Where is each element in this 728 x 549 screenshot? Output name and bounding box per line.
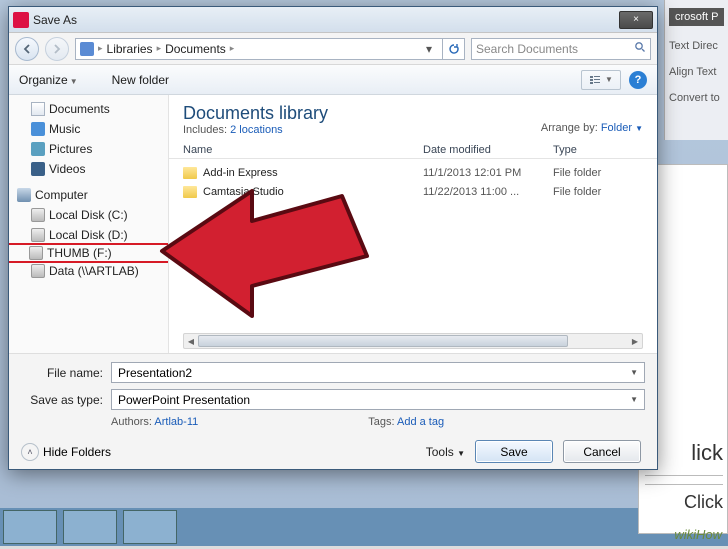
videos-icon [31, 162, 45, 176]
tags-value[interactable]: Add a tag [397, 416, 444, 428]
drive-icon [31, 208, 45, 222]
slide-text-fragment-2: Click [684, 492, 723, 513]
chevron-down-icon: ▼ [70, 77, 78, 86]
drive-icon [29, 246, 43, 260]
wikihow-watermark: wikiHow [674, 527, 722, 542]
authors-value[interactable]: Artlab-11 [154, 416, 198, 428]
chevron-down-icon[interactable]: ▼ [630, 368, 638, 377]
search-input[interactable]: Search Documents [471, 38, 651, 60]
list-icon [589, 74, 601, 86]
locations-link[interactable]: 2 locations [230, 124, 283, 136]
help-button[interactable]: ? [629, 71, 647, 89]
hide-folders-button[interactable]: ˄ Hide Folders [21, 443, 111, 461]
chevron-down-icon: ▼ [635, 124, 643, 133]
tools-menu[interactable]: Tools ▼ [426, 445, 465, 459]
arrange-by-dropdown[interactable]: Folder ▼ [601, 122, 643, 134]
file-name: Camtasia Studio [203, 186, 284, 198]
file-name-input[interactable]: Presentation2 ▼ [111, 362, 645, 383]
nav-forward-button[interactable] [45, 37, 69, 61]
library-title: Documents library [183, 103, 541, 124]
breadcrumb-documents[interactable]: Documents [165, 42, 226, 56]
tree-item-drive-thumb[interactable]: THUMB (F:) [9, 243, 169, 263]
authors-label: Authors: [111, 416, 152, 428]
app-title-fragment: crosoft P [669, 8, 724, 26]
navigation-tree: Documents Music Pictures Videos Computer… [9, 95, 169, 353]
organize-menu[interactable]: Organize▼ [19, 73, 78, 87]
column-name[interactable]: Name [183, 144, 423, 156]
drive-icon [31, 228, 45, 242]
music-icon [31, 122, 45, 136]
file-row[interactable]: Add-in Express 11/1/2013 12:01 PM File f… [183, 163, 643, 182]
slide-thumbnail-strip [0, 508, 728, 546]
chevron-up-icon: ˄ [21, 443, 39, 461]
chevron-down-icon: ▼ [605, 75, 613, 84]
dialog-title: Save As [33, 13, 77, 27]
chevron-down-icon[interactable]: ▼ [630, 395, 638, 404]
chevron-right-icon[interactable]: ▸ [230, 43, 235, 54]
folder-icon [183, 186, 197, 198]
close-button[interactable]: × [619, 11, 653, 29]
chevron-right-icon[interactable]: ▸ [157, 43, 162, 54]
document-icon [31, 102, 45, 116]
ribbon-item-convert: Convert to [669, 92, 724, 104]
new-folder-button[interactable]: New folder [112, 73, 169, 87]
file-name: Add-in Express [203, 167, 278, 179]
file-row[interactable]: Camtasia Studio 11/22/2013 11:00 ... Fil… [183, 182, 643, 201]
column-date[interactable]: Date modified [423, 144, 553, 156]
ribbon-item-text-direction: Text Direc [669, 40, 724, 52]
pictures-icon [31, 142, 45, 156]
cancel-button[interactable]: Cancel [563, 440, 641, 463]
tree-item-drive-data[interactable]: Data (\\ARTLAB) [9, 261, 168, 281]
chevron-right-icon[interactable]: ▸ [98, 43, 103, 54]
column-type[interactable]: Type [553, 144, 643, 156]
search-placeholder: Search Documents [476, 42, 578, 56]
column-headers[interactable]: Name Date modified Type [169, 140, 657, 159]
content-pane: Documents library Includes: 2 locations … [169, 95, 657, 353]
horizontal-scrollbar[interactable]: ◀ ▶ [183, 333, 643, 349]
ribbon-item-align-text: Align Text [669, 66, 724, 78]
computer-icon [17, 188, 31, 202]
titlebar: Save As × [9, 7, 657, 33]
refresh-button[interactable] [443, 38, 465, 60]
save-as-dialog: Save As × ▸ Libraries ▸ Documents ▸ ▾ [8, 6, 658, 470]
file-date: 11/22/2013 11:00 ... [423, 186, 553, 198]
file-type: File folder [553, 186, 643, 198]
scroll-right-arrow[interactable]: ▶ [628, 334, 642, 348]
powerpoint-icon [13, 12, 29, 28]
scroll-left-arrow[interactable]: ◀ [184, 334, 198, 348]
network-drive-icon [31, 264, 45, 278]
tree-item-drive-d[interactable]: Local Disk (D:) [9, 225, 168, 245]
tree-item-pictures[interactable]: Pictures [9, 139, 168, 159]
file-date: 11/1/2013 12:01 PM [423, 167, 553, 179]
tree-item-videos[interactable]: Videos [9, 159, 168, 179]
toolbar: Organize▼ New folder ▼ ? [9, 65, 657, 95]
file-type: File folder [553, 167, 643, 179]
breadcrumb-libraries[interactable]: Libraries [107, 42, 153, 56]
view-mode-selector[interactable]: ▼ [581, 70, 621, 90]
tree-item-music[interactable]: Music [9, 119, 168, 139]
scrollbar-thumb[interactable] [198, 335, 568, 347]
tree-item-drive-c[interactable]: Local Disk (C:) [9, 205, 168, 225]
chevron-down-icon: ▼ [457, 449, 465, 458]
tree-item-documents[interactable]: Documents [9, 99, 168, 119]
slide-text-fragment-1: lick [691, 440, 723, 466]
libraries-icon [80, 42, 94, 56]
search-icon [634, 41, 646, 56]
background-ribbon-fragment: crosoft P Text Direc Align Text Convert … [664, 0, 728, 140]
tags-label: Tags: [368, 416, 394, 428]
arrange-by-label: Arrange by: [541, 122, 598, 134]
save-type-dropdown[interactable]: PowerPoint Presentation ▼ [111, 389, 645, 410]
save-type-label: Save as type: [21, 393, 103, 407]
save-button[interactable]: Save [475, 440, 553, 463]
nav-back-button[interactable] [15, 37, 39, 61]
includes-label: Includes: [183, 124, 227, 136]
folder-icon [183, 167, 197, 179]
form-area: File name: Presentation2 ▼ Save as type:… [9, 353, 657, 469]
address-row: ▸ Libraries ▸ Documents ▸ ▾ Search Docum… [9, 33, 657, 65]
tree-group-computer[interactable]: Computer [9, 185, 168, 205]
file-name-label: File name: [21, 366, 103, 380]
address-history-dropdown[interactable]: ▾ [420, 42, 438, 56]
breadcrumb-bar[interactable]: ▸ Libraries ▸ Documents ▸ ▾ [75, 38, 443, 60]
